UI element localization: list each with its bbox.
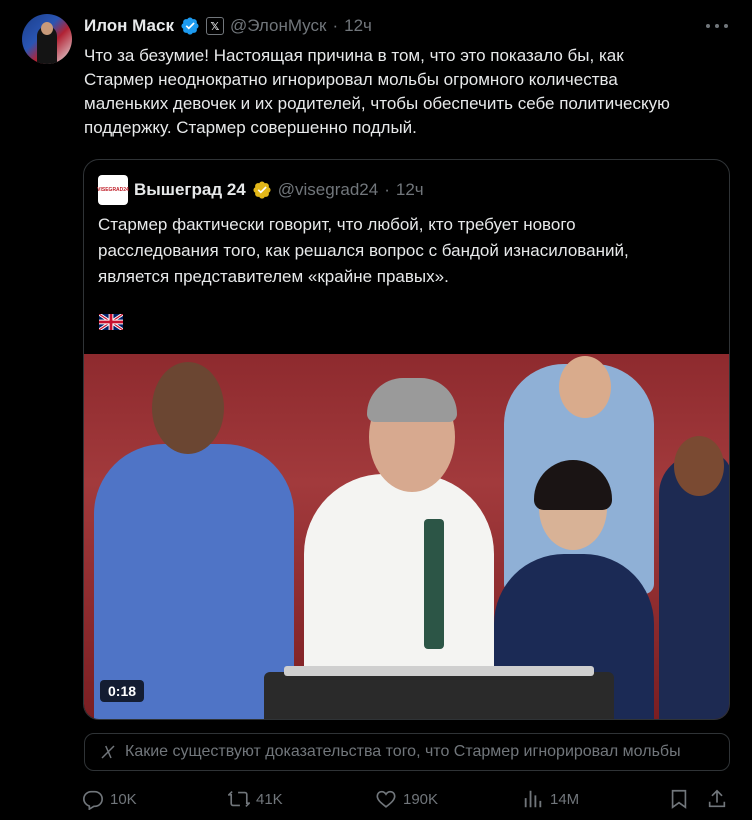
x-affiliation-badge: 𝕏 xyxy=(205,17,224,35)
uk-flag-icon xyxy=(99,314,123,330)
heart-icon xyxy=(376,790,396,808)
share-icon xyxy=(708,789,726,808)
quoted-post-header: VISEGRAD24 Вышеград 24 @visegrad24 · 12ч xyxy=(97,175,424,205)
like-button[interactable]: 190K xyxy=(375,786,438,812)
bookmark-icon xyxy=(671,789,687,809)
video-figure-head xyxy=(674,436,724,496)
author-handle[interactable]: @ЭлонМуск xyxy=(230,16,326,36)
like-count: 190K xyxy=(403,790,439,808)
post-text-line: Что за безумие! Настоящая причина в том,… xyxy=(84,46,624,65)
quoted-post[interactable]: VISEGRAD24 Вышеград 24 @visegrad24 · 12ч… xyxy=(83,159,730,720)
gold-verified-badge-icon xyxy=(253,181,271,199)
post: Илон Маск 𝕏 @ЭлонМуск · 12ч Что за безум… xyxy=(0,0,752,820)
quoted-author-handle[interactable]: @visegrad24 xyxy=(278,180,378,200)
video-figure-tie xyxy=(424,519,444,649)
quoted-author-avatar[interactable]: VISEGRAD24 xyxy=(97,175,129,205)
reply-count: 10K xyxy=(110,790,137,808)
reply-button[interactable]: 10K xyxy=(82,786,137,812)
post-text-line: Стармер неоднократно игнорировал мольбы … xyxy=(84,70,618,89)
video-figure-head xyxy=(152,362,224,454)
lectern xyxy=(264,672,614,719)
separator-dot: · xyxy=(332,16,339,35)
views-icon xyxy=(524,790,542,808)
separator-dot: · xyxy=(384,180,390,199)
video-duration: 0:18 xyxy=(100,680,145,702)
lectern-top xyxy=(284,666,594,676)
post-text-line: маленьких девочек и их родителей, чтобы … xyxy=(84,94,670,113)
grok-suggestion[interactable]: Какие существуют доказательства того, чт… xyxy=(84,733,730,771)
quoted-text-line: является представителем «крайне правых». xyxy=(98,267,449,286)
author-name[interactable]: Илон Маск xyxy=(84,16,174,36)
quoted-post-text: Стармер фактически говорит, что любой, к… xyxy=(98,212,718,290)
post-text-line: поддержку. Стармер совершенно подлый. xyxy=(84,118,417,137)
action-bar: 10K 41K 190K 14M xyxy=(82,786,732,812)
share-button[interactable] xyxy=(706,786,728,812)
quoted-post-time[interactable]: 12ч xyxy=(396,180,424,200)
video-player[interactable]: 0:18 xyxy=(84,354,729,719)
post-time[interactable]: 12ч xyxy=(344,16,372,36)
video-figure-head xyxy=(559,356,611,418)
views-count: 14M xyxy=(550,790,580,808)
quoted-text-line: Стармер фактически говорит, что любой, к… xyxy=(98,215,576,234)
grok-icon xyxy=(101,745,115,759)
more-options-icon[interactable] xyxy=(706,16,728,36)
views-button[interactable]: 14M xyxy=(522,786,579,812)
repost-icon xyxy=(228,790,250,808)
post-header: Илон Маск 𝕏 @ЭлонМуск · 12ч xyxy=(84,14,372,38)
avatar-head xyxy=(41,22,53,35)
quoted-text-line: расследования того, как решался вопрос с… xyxy=(98,241,629,260)
grok-suggestion-text: Какие существуют доказательства того, чт… xyxy=(125,743,681,760)
reply-icon xyxy=(83,790,103,810)
repost-count: 41K xyxy=(256,790,283,808)
repost-button[interactable]: 41K xyxy=(228,786,283,812)
quoted-avatar-logo: VISEGRAD24 xyxy=(97,187,129,193)
bookmark-button[interactable] xyxy=(668,786,690,812)
author-avatar[interactable] xyxy=(22,14,72,64)
post-text: Что за безумие! Настоящая причина в том,… xyxy=(84,44,724,140)
quoted-author-name[interactable]: Вышеград 24 xyxy=(134,180,246,200)
verified-badge-icon xyxy=(181,17,199,35)
video-figure-hair xyxy=(367,378,457,422)
